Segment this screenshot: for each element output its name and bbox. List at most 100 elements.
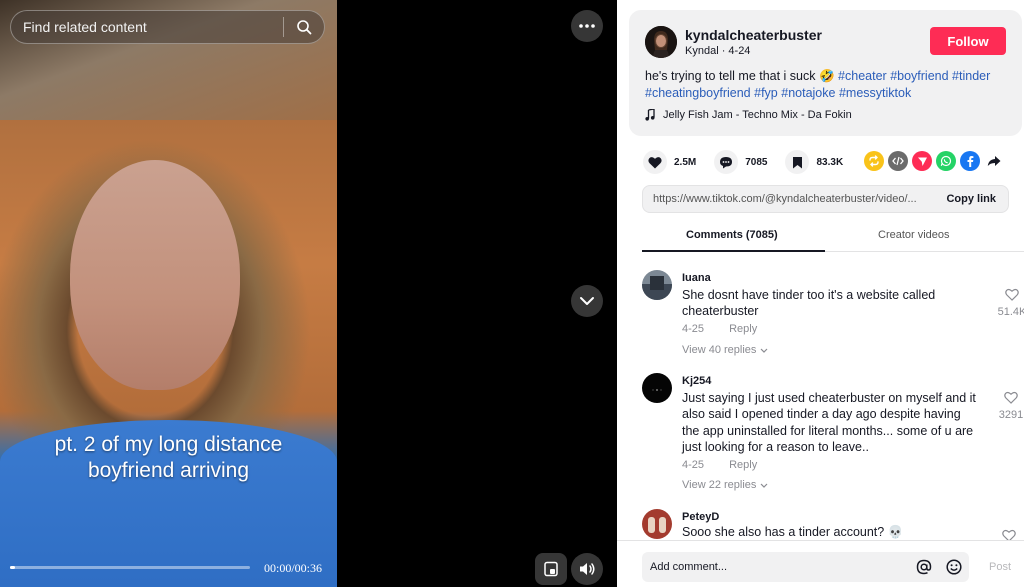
comment-input[interactable] xyxy=(642,561,909,573)
next-video-button[interactable] xyxy=(571,285,603,317)
comment-text: She dosnt have tinder too it's a website… xyxy=(682,288,936,319)
floating-player-button[interactable] xyxy=(535,553,567,585)
copy-link-button[interactable]: Copy link xyxy=(946,193,996,205)
caption-line-2: boyfriend arriving xyxy=(87,459,250,482)
repost-icon xyxy=(869,155,879,167)
comment-input-box xyxy=(642,552,969,582)
volume-icon xyxy=(580,563,595,575)
video-player[interactable]: pt. 2 of my long distance boyfriend arri… xyxy=(0,0,337,587)
hashtag-link[interactable]: #notajoke xyxy=(781,86,835,100)
comment-like-button[interactable] xyxy=(994,529,1024,540)
more-icon xyxy=(579,24,595,28)
hashtag-link[interactable]: #fyp xyxy=(754,86,778,100)
at-sign-icon xyxy=(916,559,932,575)
heart-outline-icon xyxy=(1004,391,1018,404)
video-frame-face xyxy=(70,160,240,390)
reply-button[interactable]: Reply xyxy=(729,459,757,471)
video-progress-bar[interactable] xyxy=(10,566,250,569)
related-search-bar xyxy=(10,10,325,44)
comment-composer: Post xyxy=(617,540,1024,587)
repost-button[interactable] xyxy=(864,151,884,171)
whatsapp-share-button[interactable] xyxy=(936,151,956,171)
video-description: he's trying to tell me that i suck 🤣 #ch… xyxy=(645,68,1005,102)
chevron-down-icon xyxy=(760,348,768,353)
emoji-button[interactable] xyxy=(939,559,969,575)
chevron-down-icon xyxy=(760,483,768,488)
favorite-count: 83.3K xyxy=(816,156,844,168)
share-options xyxy=(864,151,1004,171)
send-to-friends-button[interactable] xyxy=(912,151,932,171)
more-options-button[interactable] xyxy=(571,10,603,42)
view-replies-button[interactable]: View 22 replies xyxy=(682,479,768,491)
bookmark-icon xyxy=(792,156,802,168)
commenter-username[interactable]: Kj254 xyxy=(682,375,711,387)
follow-button[interactable]: Follow xyxy=(930,27,1006,55)
search-button[interactable] xyxy=(284,10,324,44)
commenter-username[interactable]: PeteyD xyxy=(682,511,719,523)
comment-item: PeteyD Sooo she also has a tinder accoun… xyxy=(642,509,1024,540)
panel-tabs: Comments (7085) Creator videos xyxy=(642,220,1024,252)
video-time: 00:00/00:36 xyxy=(264,561,323,575)
details-panel: kyndalcheaterbuster Kyndal · 4-24 Follow… xyxy=(617,0,1024,587)
hashtag-link[interactable]: #messytiktok xyxy=(839,86,911,100)
comment-item: Kj254 Just saying I just used cheaterbus… xyxy=(642,373,1024,498)
commenter-avatar[interactable] xyxy=(642,270,672,300)
video-caption: pt. 2 of my long distance boyfriend arri… xyxy=(0,432,337,484)
music-title: Jelly Fish Jam - Techno Mix - Da Fokin xyxy=(663,109,852,121)
author-subline: Kyndal · 4-24 xyxy=(685,45,751,57)
post-comment-button[interactable]: Post xyxy=(989,561,1011,573)
hashtag-link[interactable]: #tinder xyxy=(952,69,990,83)
floating-player-icon xyxy=(544,561,558,577)
view-replies-button[interactable]: View 40 replies xyxy=(682,344,768,356)
mention-button[interactable] xyxy=(909,559,939,575)
heart-outline-icon xyxy=(1002,529,1016,540)
author-avatar[interactable] xyxy=(645,26,677,58)
comment-count: 7085 xyxy=(745,156,768,168)
embed-code-icon xyxy=(892,156,904,166)
volume-button[interactable] xyxy=(571,553,603,585)
reply-button[interactable]: Reply xyxy=(729,323,757,335)
comment-date: 4-25 xyxy=(682,323,705,335)
commenter-avatar[interactable] xyxy=(642,373,672,403)
tab-creator-videos[interactable]: Creator videos xyxy=(878,229,950,241)
video-url[interactable]: https://www.tiktok.com/@kyndalcheaterbus… xyxy=(653,193,931,205)
commenter-username[interactable]: Iuana xyxy=(682,272,711,284)
embed-button[interactable] xyxy=(888,151,908,171)
comment-item: Iuana She dosnt have tinder too it's a w… xyxy=(642,270,1024,365)
engagement-actions: 2.5M 7085 83.3K xyxy=(643,150,861,174)
heart-icon xyxy=(648,156,662,168)
comment-meta: 4-25 Reply xyxy=(682,323,779,335)
hashtag-link[interactable]: #cheater xyxy=(838,69,887,83)
tab-comments[interactable]: Comments (7085) xyxy=(686,229,778,241)
search-icon xyxy=(297,20,312,35)
comment-like-count: 3291 xyxy=(998,409,1024,421)
music-link[interactable]: Jelly Fish Jam - Techno Mix - Da Fokin xyxy=(645,109,852,121)
facebook-icon xyxy=(967,156,974,167)
comment-meta: 4-25 Reply xyxy=(682,459,779,471)
comment-date: 4-25 xyxy=(682,459,705,471)
facebook-share-button[interactable] xyxy=(960,151,980,171)
view-replies-label: View 22 replies xyxy=(682,479,757,491)
hashtag-link[interactable]: #cheatingboyfriend xyxy=(645,86,751,100)
related-search-input[interactable] xyxy=(11,19,283,35)
send-icon xyxy=(917,157,927,166)
whatsapp-icon xyxy=(940,155,952,167)
comment-like-count: 51.4K xyxy=(997,306,1024,318)
commenter-avatar[interactable] xyxy=(642,509,672,539)
like-count: 2.5M xyxy=(674,156,697,168)
hashtag-link[interactable]: #boyfriend xyxy=(890,69,948,83)
caption-line-1: pt. 2 of my long distance xyxy=(54,433,283,456)
comment-like-button[interactable]: 3291 xyxy=(995,391,1024,421)
like-button[interactable]: 2.5M xyxy=(643,150,696,174)
video-link-box: https://www.tiktok.com/@kyndalcheaterbus… xyxy=(642,185,1009,213)
comment-text: Just saying I just used cheaterbuster on… xyxy=(682,391,976,454)
favorite-button[interactable]: 83.3K xyxy=(785,150,843,174)
share-arrow-icon xyxy=(987,156,1001,166)
comment-like-button[interactable]: 51.4K xyxy=(992,288,1024,318)
author-username[interactable]: kyndalcheaterbuster xyxy=(685,27,822,43)
more-share-button[interactable] xyxy=(984,151,1004,171)
chevron-down-icon xyxy=(580,297,594,305)
author-card: kyndalcheaterbuster Kyndal · 4-24 Follow… xyxy=(629,10,1022,136)
comment-button[interactable]: 7085 xyxy=(714,150,767,174)
active-tab-indicator xyxy=(642,250,825,252)
